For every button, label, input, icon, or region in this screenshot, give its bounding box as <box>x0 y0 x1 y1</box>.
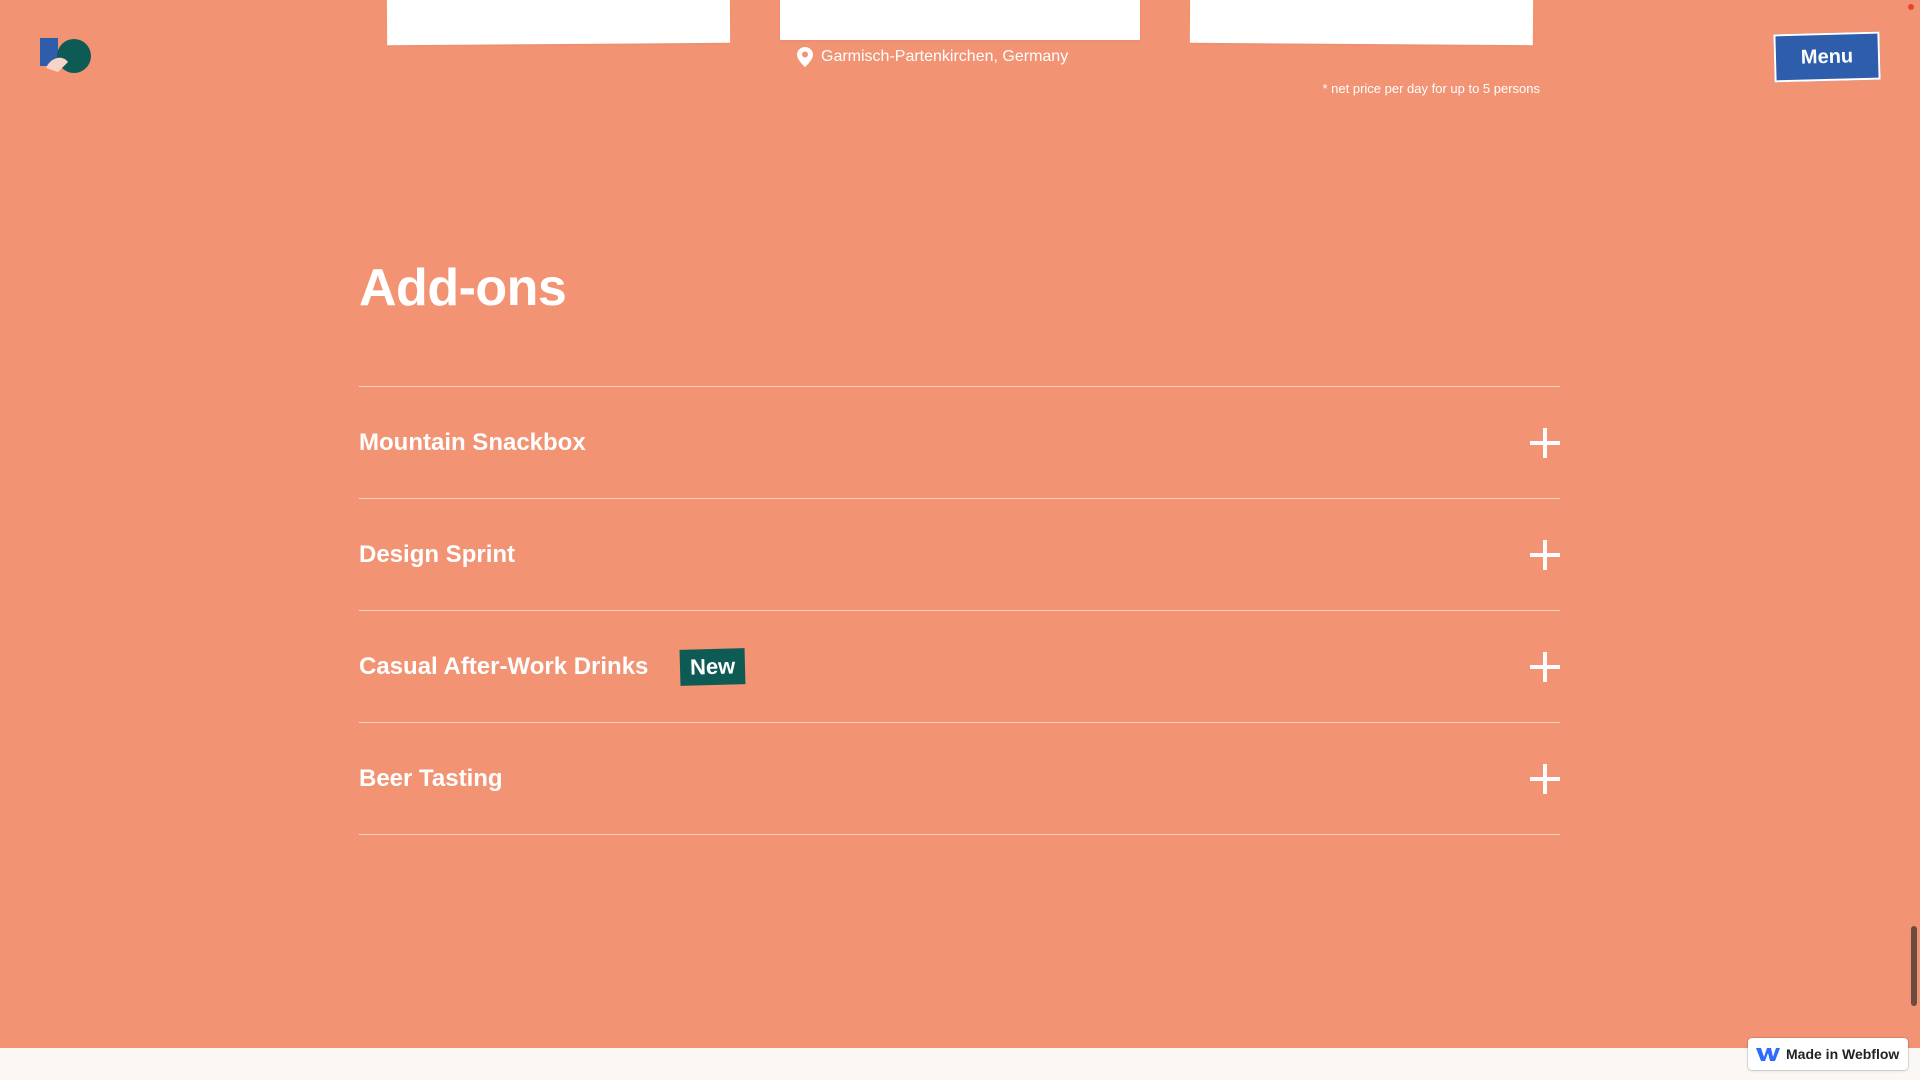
addon-label: Design Sprint <box>359 540 516 568</box>
addon-item-design-sprint[interactable]: Design Sprint <box>359 499 1560 611</box>
map-pin-icon <box>797 47 813 67</box>
location-text: Garmisch-Partenkirchen, Germany <box>821 48 1069 65</box>
addon-item-beer-tasting[interactable]: Beer Tasting <box>359 723 1560 835</box>
addon-label: Casual After-Work Drinks <box>359 652 649 680</box>
plus-icon[interactable] <box>1530 763 1560 794</box>
venue-card[interactable] <box>780 0 1140 40</box>
brand-logo[interactable] <box>40 38 94 74</box>
webflow-badge-label: Made in Webflow <box>1786 1046 1900 1062</box>
addon-item-casual-after-work-drinks[interactable]: Casual After-Work Drinks New <box>359 611 1560 723</box>
footer-strip <box>0 1048 1920 1080</box>
plus-icon[interactable] <box>1530 427 1560 458</box>
new-badge: New <box>679 647 747 686</box>
addons-title: Add-ons <box>359 259 567 317</box>
venue-card[interactable] <box>1189 0 1534 46</box>
plus-icon[interactable] <box>1530 539 1560 570</box>
addons-accordion: Mountain Snackbox Design Sprint Casual A… <box>359 386 1560 835</box>
venue-card[interactable] <box>386 0 731 46</box>
menu-button[interactable]: Menu <box>1773 31 1881 83</box>
webflow-icon <box>1756 1048 1780 1061</box>
logo-icon <box>40 38 91 73</box>
addon-item-mountain-snackbox[interactable]: Mountain Snackbox <box>359 387 1560 499</box>
plus-icon[interactable] <box>1530 651 1560 682</box>
corner-dot <box>1908 4 1914 10</box>
scrollbar-thumb[interactable] <box>1911 926 1917 1006</box>
price-footnote: * net price per day for up to 5 persons <box>1322 81 1540 96</box>
made-in-webflow-badge[interactable]: Made in Webflow <box>1748 1038 1908 1070</box>
addon-label: Beer Tasting <box>359 764 503 792</box>
venue-location: Garmisch-Partenkirchen, Germany <box>797 47 1068 67</box>
addon-label: Mountain Snackbox <box>359 428 586 456</box>
